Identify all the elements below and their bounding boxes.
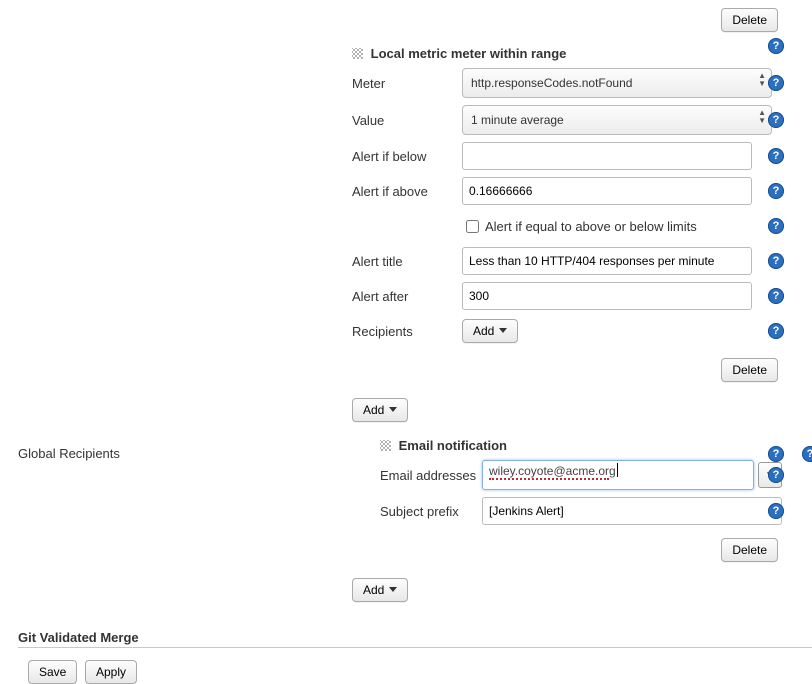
recipients-label: Recipients (352, 324, 462, 339)
save-button[interactable]: Save (28, 660, 77, 684)
drag-handle-icon[interactable] (380, 440, 391, 451)
email-addresses-label: Email addresses (380, 468, 482, 483)
alert-if-below-label: Alert if below (352, 149, 462, 164)
drag-handle-icon[interactable] (352, 48, 363, 59)
text-caret (617, 463, 618, 477)
alert-after-input[interactable] (462, 282, 752, 310)
subject-prefix-input[interactable] (482, 497, 782, 525)
email-addresses-input[interactable]: wiley.coyote@acme.org (482, 460, 754, 490)
alert-equal-label: Alert if equal to above or below limits (485, 219, 697, 234)
value-select[interactable]: 1 minute average ▲▼ (462, 105, 772, 135)
delete-button[interactable]: Delete (721, 538, 778, 562)
delete-button[interactable]: Delete (721, 8, 778, 32)
apply-button[interactable]: Apply (85, 660, 137, 684)
value-label: Value (352, 113, 462, 128)
git-validated-merge-header: Git Validated Merge (18, 630, 812, 648)
meter-select-value: http.responseCodes.notFound (471, 76, 632, 90)
help-icon[interactable]: ? (768, 253, 784, 269)
email-typed-text: wiley.coyote@acme.or (489, 464, 609, 480)
subject-prefix-label: Subject prefix (380, 504, 482, 519)
email-tail: g (609, 464, 616, 478)
alert-if-above-input[interactable] (462, 177, 752, 205)
help-icon[interactable]: ? (768, 75, 784, 91)
select-arrows-icon: ▲▼ (758, 109, 766, 125)
add-button[interactable]: Add (352, 398, 408, 422)
help-icon[interactable]: ? (768, 148, 784, 164)
help-icon[interactable]: ? (768, 183, 784, 199)
alert-equal-checkbox[interactable] (466, 220, 479, 233)
alert-if-below-input[interactable] (462, 142, 752, 170)
help-icon[interactable]: ? (768, 38, 784, 54)
section-title: Email notification (399, 438, 507, 453)
meter-select[interactable]: http.responseCodes.notFound ▲▼ (462, 68, 772, 98)
help-icon[interactable]: ? (768, 218, 784, 234)
email-notification-header: Email notification (380, 438, 812, 453)
alert-title-label: Alert title (352, 254, 462, 269)
delete-button[interactable]: Delete (721, 358, 778, 382)
alert-title-input[interactable] (462, 247, 752, 275)
add-button[interactable]: Add (352, 578, 408, 602)
value-select-value: 1 minute average (471, 113, 564, 127)
recipients-add-button[interactable]: Add (462, 319, 518, 343)
help-icon[interactable]: ? (768, 288, 784, 304)
section-title: Local metric meter within range (371, 46, 567, 61)
meter-label: Meter (352, 76, 462, 91)
select-arrows-icon: ▲▼ (758, 72, 766, 88)
help-icon[interactable]: ? (768, 112, 784, 128)
help-icon[interactable]: ? (768, 467, 784, 483)
alert-if-above-label: Alert if above (352, 184, 462, 199)
help-icon[interactable]: ? (768, 503, 784, 519)
local-metric-section-header: Local metric meter within range (352, 46, 812, 61)
help-icon[interactable]: ? (768, 323, 784, 339)
alert-after-label: Alert after (352, 289, 462, 304)
